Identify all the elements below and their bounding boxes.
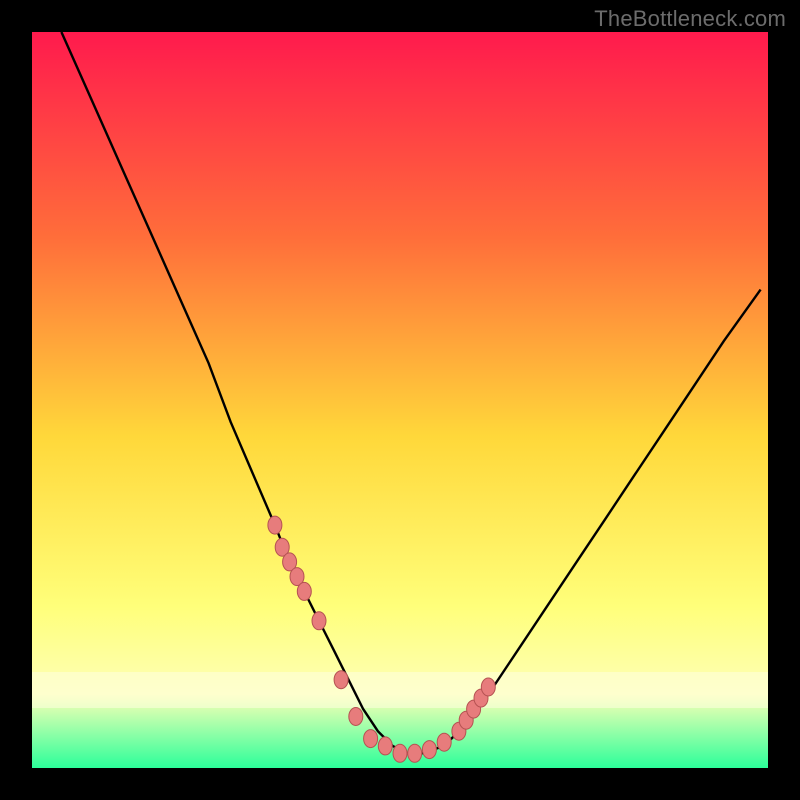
gradient-background	[32, 32, 768, 768]
plot-area	[32, 32, 768, 768]
marker-point	[349, 708, 363, 726]
marker-point	[364, 730, 378, 748]
marker-point	[312, 612, 326, 630]
watermark-text: TheBottleneck.com	[594, 6, 786, 32]
marker-point	[378, 737, 392, 755]
bottleneck-chart	[32, 32, 768, 768]
highlight-band	[32, 672, 768, 708]
marker-point	[268, 516, 282, 534]
marker-point	[334, 671, 348, 689]
marker-point	[393, 744, 407, 762]
marker-point	[408, 744, 422, 762]
marker-point	[297, 582, 311, 600]
marker-point	[437, 733, 451, 751]
chart-frame: TheBottleneck.com	[0, 0, 800, 800]
marker-point	[481, 678, 495, 696]
marker-point	[422, 741, 436, 759]
